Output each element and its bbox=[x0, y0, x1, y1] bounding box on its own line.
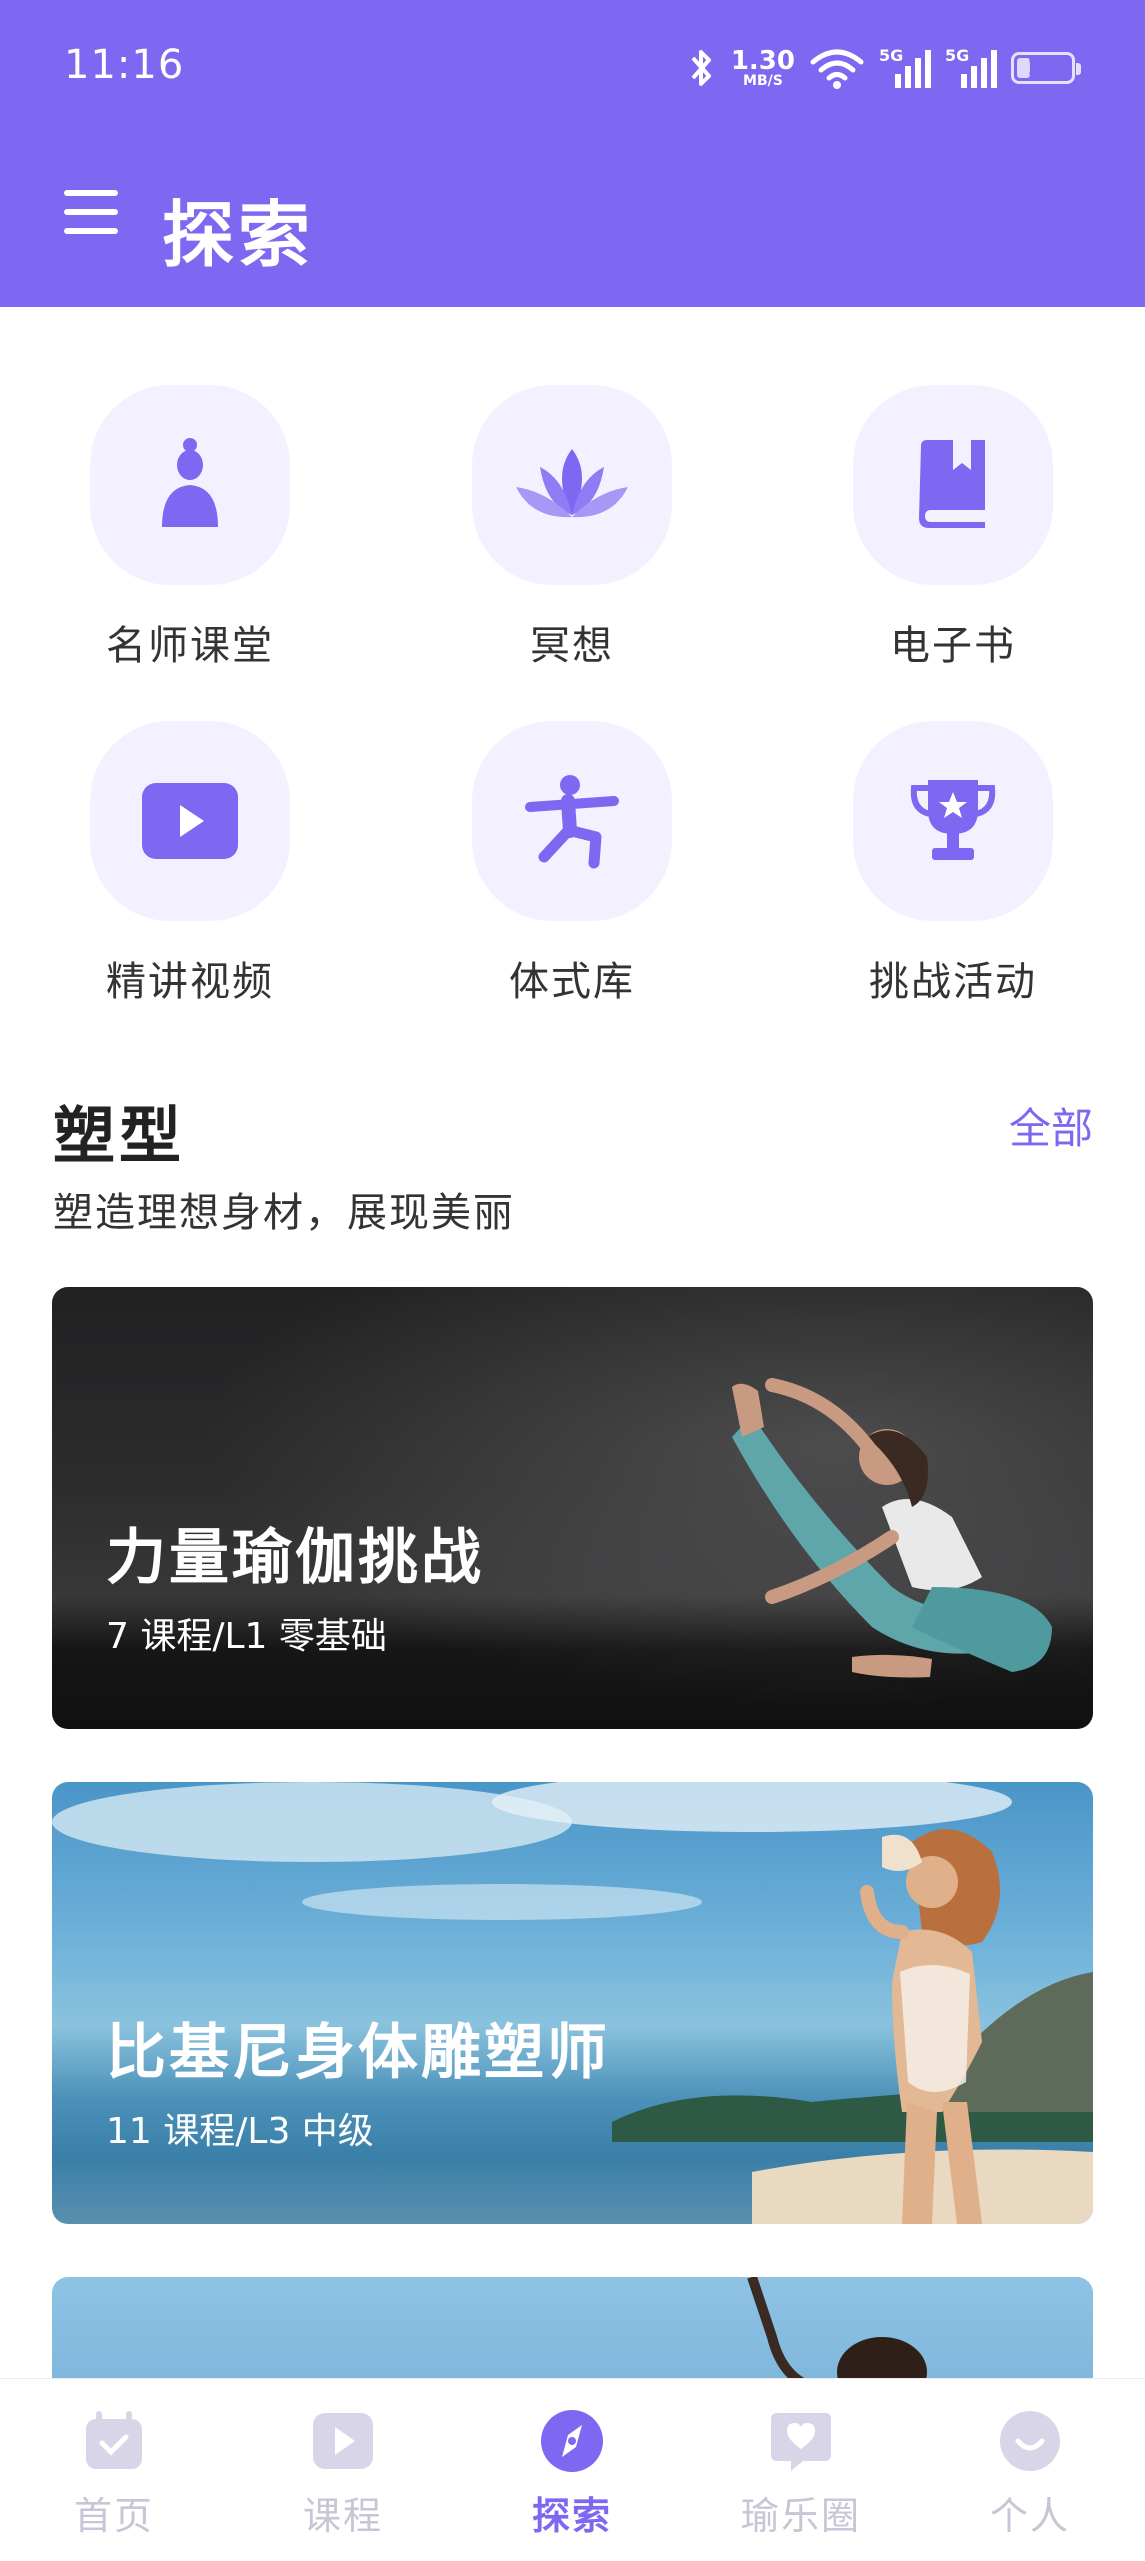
teacher-icon bbox=[162, 438, 218, 527]
app-header: 11:16 1.30 MB/S 5G 5G 22 探索 bbox=[0, 0, 1145, 307]
card-meta: 11 课程/L3 中级 bbox=[106, 2111, 374, 2152]
compass-icon bbox=[541, 2410, 603, 2472]
trophy-icon bbox=[910, 780, 996, 860]
card-photo-beach-woman bbox=[52, 1782, 1093, 2224]
nav-courses[interactable]: 课程 bbox=[263, 2409, 423, 2540]
nav-community[interactable]: 瑜乐圈 bbox=[721, 2409, 881, 2540]
video-play-icon bbox=[142, 783, 238, 859]
card-meta: 7 课程/L1 零基础 bbox=[106, 1616, 387, 1657]
course-card[interactable]: 比基尼身体雕塑师 11 课程/L3 中级 bbox=[52, 1782, 1093, 2224]
net-speed: 1.30 MB/S bbox=[730, 46, 795, 89]
card-photo-yoga-woman bbox=[52, 1287, 1093, 1729]
quick-link-pose-library[interactable]: 体式库 bbox=[442, 721, 702, 1007]
status-time: 11:16 bbox=[64, 42, 185, 88]
nav-explore[interactable]: 探索 bbox=[492, 2409, 652, 2540]
card-title: 力量瑜伽挑战 bbox=[106, 1523, 484, 1593]
calendar-icon bbox=[86, 2411, 142, 2469]
quick-link-meditation[interactable]: 冥想 bbox=[442, 385, 702, 671]
section-subtitle: 塑造理想身材，展现美丽 bbox=[53, 1190, 515, 1236]
view-all-link[interactable]: 全部 bbox=[1009, 1095, 1093, 1156]
lotus-icon bbox=[516, 449, 628, 518]
status-icons: 1.30 MB/S 5G 5G 22 bbox=[685, 40, 1081, 96]
section-title: 塑型 bbox=[53, 1099, 186, 1172]
bottom-nav: 首页 课程 探索 瑜乐圈 个人 bbox=[0, 2378, 1145, 2561]
nav-home[interactable]: 首页 bbox=[34, 2409, 194, 2540]
quick-link-challenges[interactable]: 挑战活动 bbox=[823, 721, 1083, 1007]
quick-link-teacher-class[interactable]: 名师课堂 bbox=[60, 385, 320, 671]
quick-link-ebook[interactable]: 电子书 bbox=[823, 385, 1083, 671]
yoga-pose-icon bbox=[525, 775, 619, 869]
menu-button[interactable] bbox=[64, 190, 118, 236]
book-icon bbox=[919, 440, 985, 528]
wifi-icon bbox=[810, 49, 864, 89]
signal-5g-2: 5G bbox=[945, 44, 997, 92]
card-title: 比基尼身体雕塑师 bbox=[106, 2018, 610, 2088]
quick-link-videos[interactable]: 精讲视频 bbox=[60, 721, 320, 1007]
nav-profile[interactable]: 个人 bbox=[950, 2409, 1110, 2540]
signal-5g-1: 5G bbox=[879, 44, 931, 92]
course-card[interactable]: 力量瑜伽挑战 7 课程/L1 零基础 bbox=[52, 1287, 1093, 1729]
face-icon bbox=[1000, 2411, 1060, 2471]
play-icon bbox=[313, 2413, 373, 2469]
bluetooth-icon bbox=[691, 50, 711, 86]
battery-icon: 22 bbox=[1011, 52, 1081, 84]
page-title: 探索 bbox=[162, 193, 315, 277]
heart-chat-icon bbox=[771, 2413, 831, 2471]
